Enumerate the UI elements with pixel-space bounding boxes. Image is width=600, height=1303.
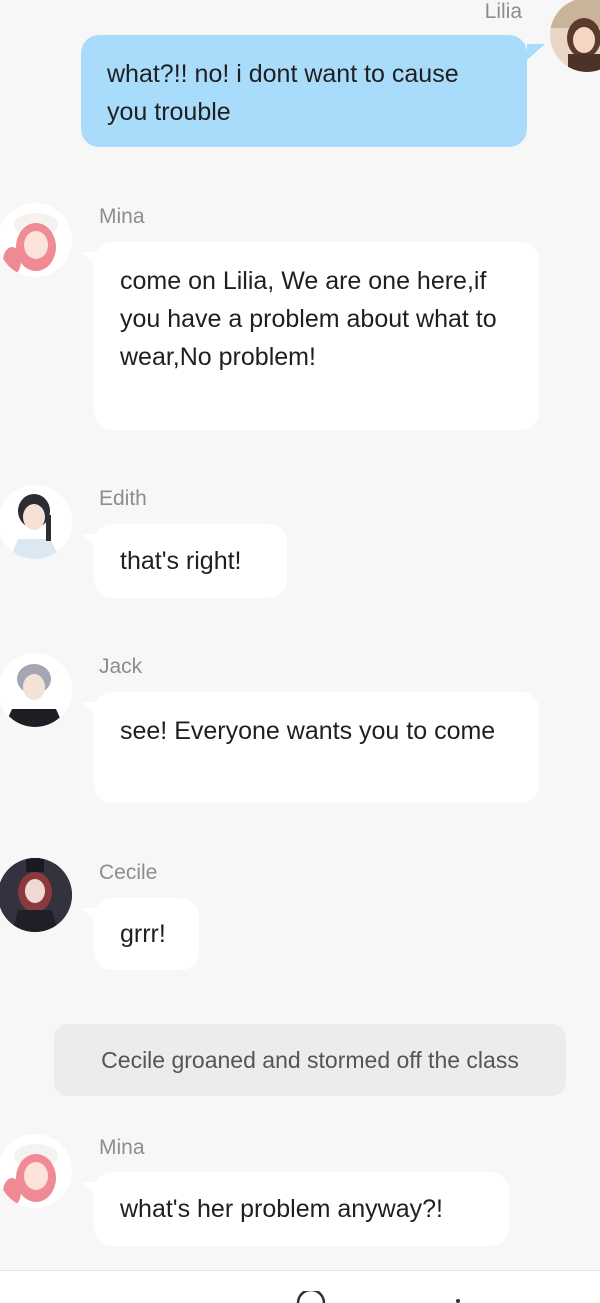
cecile-avatar[interactable] — [0, 858, 72, 932]
mina-avatar[interactable] — [0, 203, 72, 277]
message-bubble-lilia[interactable]: what?!! no! i dont want to cause you tro… — [81, 35, 527, 147]
message-bubble-cecile[interactable]: grrr! — [94, 898, 199, 970]
edith-avatar[interactable] — [0, 485, 72, 559]
jack-avatar[interactable] — [0, 653, 72, 727]
dot-icon[interactable] — [454, 1295, 462, 1303]
sender-name-jack: Jack — [99, 655, 143, 678]
sender-name-cecile: Cecile — [99, 861, 158, 884]
bubble-tail — [527, 44, 545, 60]
sender-name-mina: Mina — [99, 1136, 145, 1159]
circle-icon[interactable] — [296, 1291, 326, 1303]
message-bubble-jack[interactable]: see! Everyone wants you to come — [94, 692, 539, 803]
sender-name-edith: Edith — [99, 487, 147, 510]
message-bubble-mina[interactable]: come on Lilia, We are one here,if you ha… — [94, 242, 539, 430]
sender-name-mina: Mina — [99, 205, 145, 228]
mina-avatar[interactable] — [0, 1134, 72, 1208]
narration-banner: Cecile groaned and stormed off the class — [54, 1024, 566, 1096]
bottom-toolbar — [0, 1270, 600, 1303]
sender-name-lilia: Lilia — [484, 0, 522, 23]
message-bubble-edith[interactable]: that's right! — [94, 524, 287, 598]
lilia-avatar[interactable] — [550, 0, 600, 72]
message-bubble-mina-2[interactable]: what's her problem anyway?! — [94, 1172, 509, 1246]
